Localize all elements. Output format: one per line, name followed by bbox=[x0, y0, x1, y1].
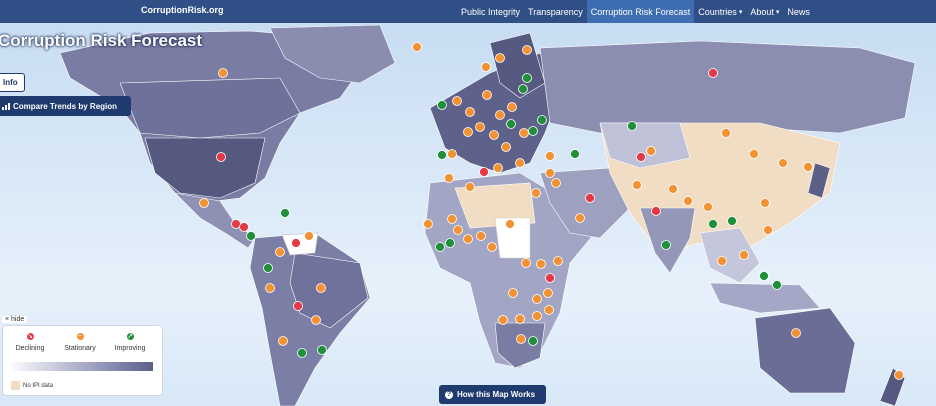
russia-shape bbox=[539, 40, 916, 134]
nav-news[interactable]: News bbox=[783, 0, 814, 23]
bar-chart-icon bbox=[2, 102, 10, 110]
legend-trend-row: ↘ Declining − Stationary ↗ Improving bbox=[3, 332, 164, 362]
declining-icon: ↘ bbox=[25, 332, 35, 341]
hide-legend-button[interactable]: × hide bbox=[2, 316, 28, 323]
legend-no-data: No IPI data bbox=[11, 381, 53, 390]
legend-improving-label: Improving bbox=[114, 345, 146, 352]
nav-corruption-risk-forecast[interactable]: Corruption Risk Forecast bbox=[586, 0, 695, 23]
brand-logo[interactable]: CorruptionRisk.org bbox=[141, 5, 224, 15]
legend-stationary: − Stationary bbox=[53, 332, 107, 352]
no-data-swatch bbox=[11, 381, 20, 390]
stationary-icon: − bbox=[75, 332, 85, 341]
mexico-central-america-shape bbox=[174, 192, 256, 249]
legend-improving: ↗ Improving bbox=[103, 332, 157, 352]
chevron-down-icon: ▾ bbox=[775, 8, 780, 16]
map-legend: ↘ Declining − Stationary ↗ Improving No … bbox=[2, 325, 163, 396]
legend-stationary-label: Stationary bbox=[64, 345, 96, 352]
top-navbar: CorruptionRisk.org Public Integrity Tran… bbox=[0, 0, 936, 23]
page-title: Corruption Risk Forecast bbox=[0, 31, 203, 50]
chevron-down-icon: ▾ bbox=[738, 8, 743, 16]
legend-gradient bbox=[11, 362, 153, 371]
info-button[interactable]: Info bbox=[0, 73, 25, 92]
how-map-works-button[interactable]: ? How this Map Works bbox=[439, 385, 546, 404]
nav-countries-label: Countries bbox=[698, 6, 737, 17]
no-data-label: No IPI data bbox=[23, 382, 54, 389]
legend-declining-label: Declining bbox=[15, 345, 45, 352]
legend-declining: ↘ Declining bbox=[3, 332, 57, 352]
australia-shape bbox=[754, 307, 856, 394]
nav-about[interactable]: About ▾ bbox=[746, 0, 783, 23]
question-icon: ? bbox=[445, 390, 453, 399]
nav-transparency[interactable]: Transparency bbox=[524, 0, 587, 23]
improving-icon: ↗ bbox=[125, 332, 135, 341]
compare-trends-button[interactable]: Compare Trends by Region bbox=[0, 96, 131, 116]
indonesia-shape bbox=[709, 282, 821, 314]
compare-trends-label: Compare Trends by Region bbox=[13, 101, 118, 111]
how-map-works-label: How this Map Works bbox=[457, 390, 536, 399]
nav-about-label: About bbox=[750, 6, 774, 17]
nav-menu: Public Integrity Transparency Corruption… bbox=[457, 0, 814, 23]
nav-public-integrity[interactable]: Public Integrity bbox=[457, 0, 524, 23]
nav-countries[interactable]: Countries ▾ bbox=[694, 0, 746, 23]
